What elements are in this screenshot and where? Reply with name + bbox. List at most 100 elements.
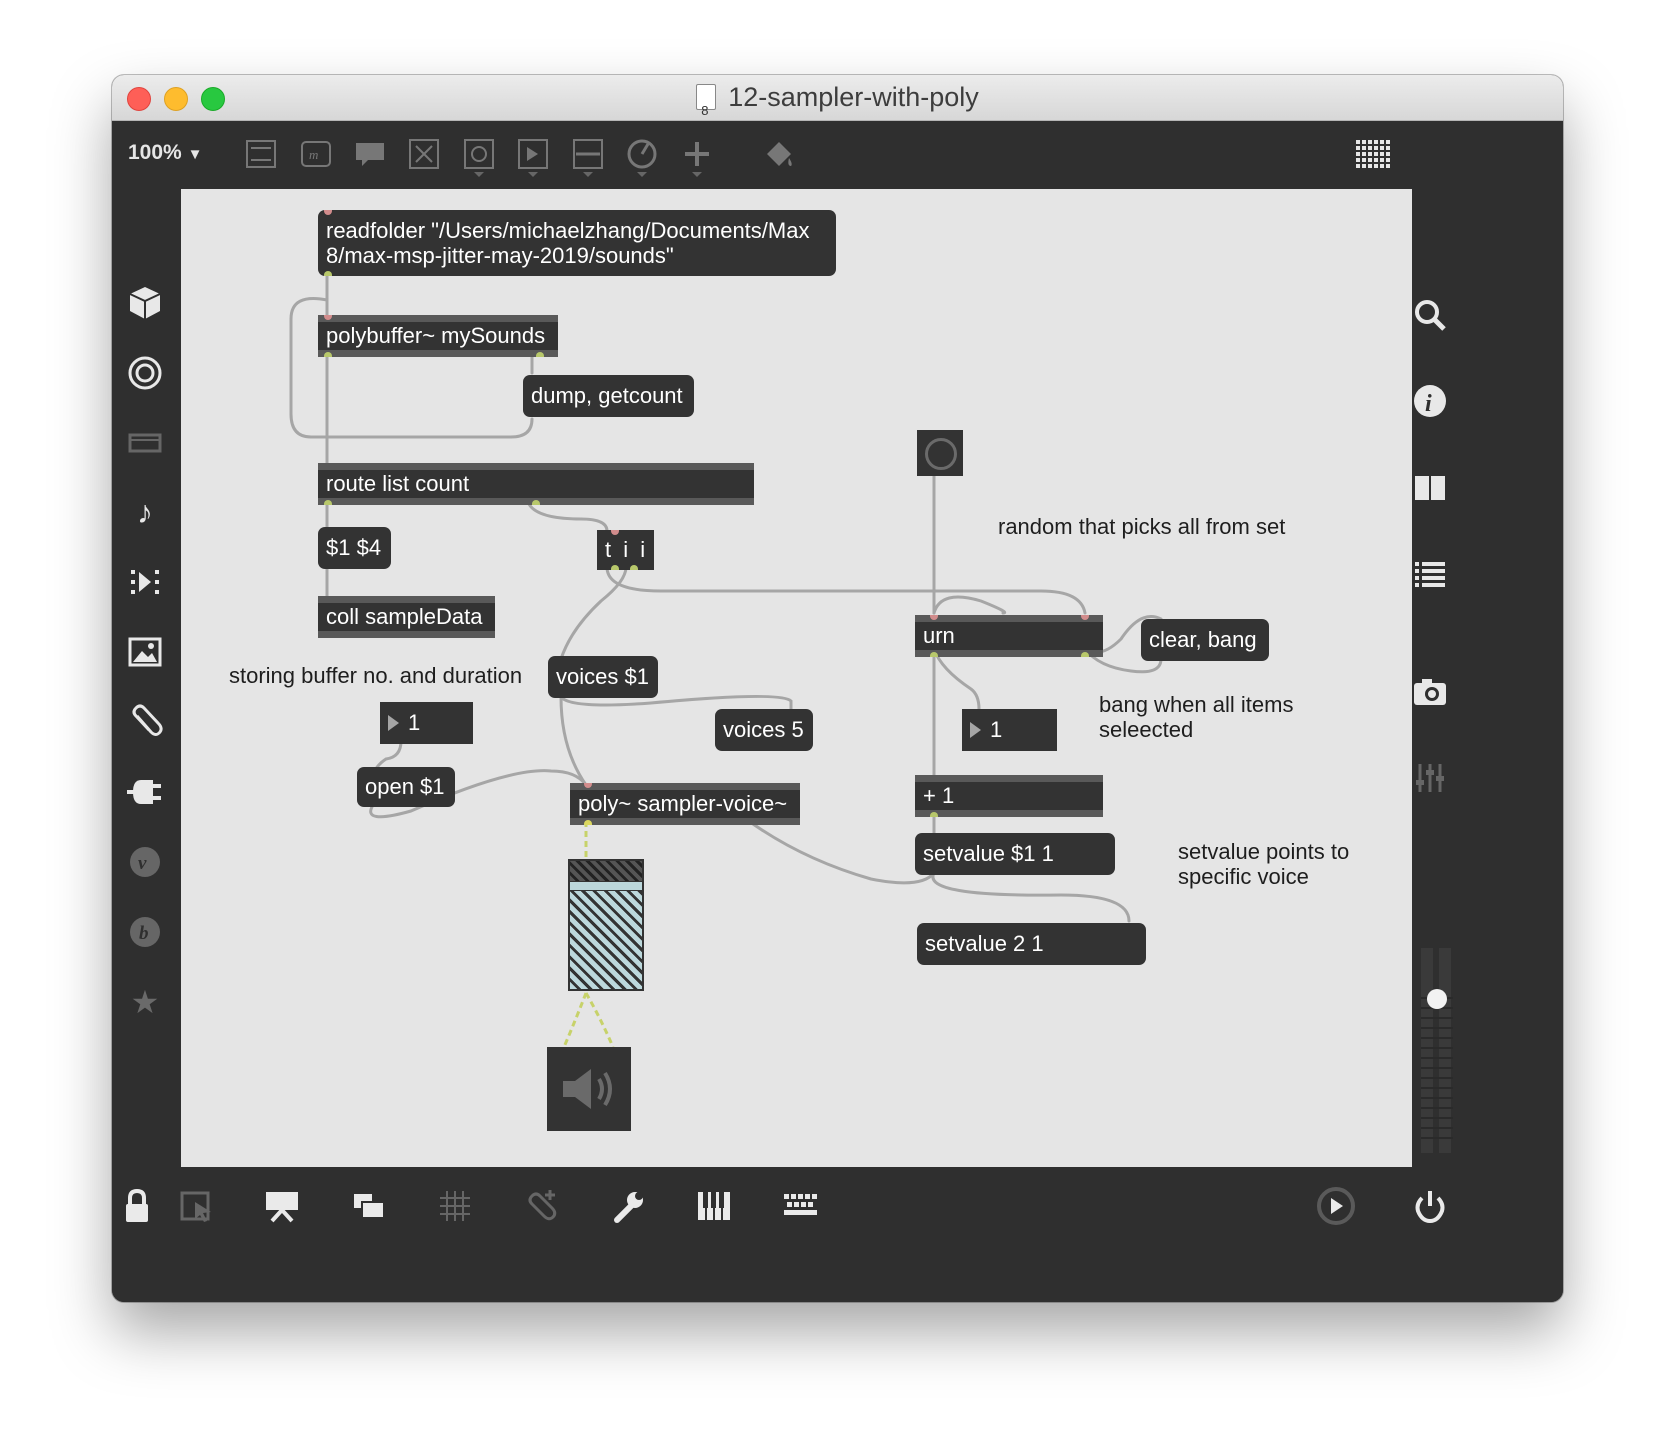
- comment-icon[interactable]: [354, 138, 386, 170]
- open-message[interactable]: open $1: [357, 767, 455, 807]
- svg-text:m: m: [309, 147, 318, 162]
- grid-icon[interactable]: [435, 1186, 475, 1226]
- plus-one-object[interactable]: + 1: [915, 775, 1103, 817]
- paint-bucket-icon[interactable]: [763, 138, 795, 170]
- outlet[interactable]: [324, 500, 332, 505]
- play-icon[interactable]: [1312, 1186, 1360, 1226]
- cord-setvalue-poly: [744, 817, 936, 885]
- max-patcher-window: 12-sampler-with-poly 100% ▼ m: [112, 75, 1563, 1302]
- urn-object[interactable]: urn: [915, 615, 1103, 657]
- target-icon[interactable]: [125, 353, 165, 393]
- cord-urn-number: [932, 647, 981, 711]
- connect-icon[interactable]: [522, 1186, 562, 1226]
- number-box-open[interactable]: 1: [380, 702, 473, 744]
- chevron-down-icon: ▼: [187, 146, 203, 163]
- outlet[interactable]: [532, 500, 540, 505]
- svg-text:i: i: [1425, 391, 1432, 417]
- outlet[interactable]: [324, 352, 332, 357]
- film-icon[interactable]: [125, 423, 165, 463]
- zoom-menu[interactable]: 100% ▼: [128, 141, 202, 165]
- toggle-icon[interactable]: [408, 138, 440, 170]
- outlet[interactable]: [324, 271, 332, 276]
- bang-button[interactable]: [917, 430, 963, 476]
- sequence-icon[interactable]: [125, 562, 165, 602]
- mixer-icon[interactable]: [1410, 758, 1450, 798]
- ezdac-speaker[interactable]: [547, 1047, 631, 1131]
- b-icon[interactable]: b: [125, 912, 165, 952]
- title-bar: 12-sampler-with-poly: [112, 75, 1563, 133]
- trigger-object[interactable]: t i i: [597, 530, 654, 570]
- keyboard-icon[interactable]: [780, 1186, 820, 1226]
- search-icon[interactable]: [1410, 295, 1450, 335]
- number-arrow-icon: [388, 715, 399, 731]
- speaker-icon: [563, 1069, 612, 1109]
- gain-slider[interactable]: [568, 859, 644, 991]
- lock-icon[interactable]: [117, 1186, 157, 1226]
- svg-text:b: b: [139, 923, 149, 944]
- wrench-icon[interactable]: [609, 1186, 649, 1226]
- windows-icon[interactable]: [349, 1186, 389, 1226]
- cube-icon[interactable]: [125, 283, 165, 323]
- add-icon[interactable]: [681, 138, 713, 177]
- columns-icon[interactable]: [1410, 468, 1450, 508]
- info-icon[interactable]: i: [1410, 381, 1450, 421]
- power-icon[interactable]: [1410, 1186, 1450, 1226]
- paperclip-icon[interactable]: [125, 702, 165, 742]
- star-icon[interactable]: ★: [125, 982, 165, 1022]
- list-icon[interactable]: [1410, 555, 1450, 595]
- cord-trigger-voices: [559, 565, 628, 661]
- dial-icon[interactable]: [626, 138, 658, 177]
- output-level-meter[interactable]: [1419, 948, 1455, 1153]
- dump-getcount-message[interactable]: dump, getcount: [523, 375, 694, 417]
- outlet[interactable]: [1081, 652, 1089, 657]
- bang-circle-icon: [925, 438, 957, 470]
- voices-message[interactable]: voices $1: [548, 656, 658, 698]
- outlet[interactable]: [630, 565, 638, 570]
- slider-icon[interactable]: [572, 138, 604, 177]
- presentation-icon[interactable]: [262, 1186, 302, 1226]
- setvalue-comment: setvalue points to specific voice: [1178, 839, 1350, 889]
- camera-icon[interactable]: [1410, 673, 1450, 713]
- grid-icon[interactable]: [1354, 138, 1394, 170]
- new-object-icon[interactable]: [245, 138, 277, 170]
- music-note-icon[interactable]: ♪: [125, 492, 165, 532]
- voices5-message[interactable]: voices 5: [715, 709, 813, 751]
- bang-comment: bang when all items seleected: [1099, 692, 1294, 742]
- svg-text:v: v: [138, 853, 147, 874]
- patcher-canvas[interactable]: readfolder "/Users/michaelzhang/Document…: [181, 189, 1412, 1167]
- setvalue-message[interactable]: setvalue $1 1: [915, 833, 1115, 875]
- cord-trigger-urn: [605, 565, 1087, 615]
- image-icon[interactable]: [125, 632, 165, 672]
- presentation-select-icon[interactable]: [177, 1186, 217, 1226]
- outlet[interactable]: [584, 820, 592, 825]
- storing-comment: storing buffer no. and duration: [229, 663, 523, 688]
- number-value: 1: [408, 710, 421, 735]
- random-comment: random that picks all from set: [998, 514, 1286, 539]
- number-arrow-icon: [970, 722, 981, 738]
- patcher-toolbar: 100% ▼ m: [112, 121, 1563, 188]
- patcher-bottom-bar: [112, 1168, 1563, 1302]
- cord-urn-feedback: [932, 595, 1007, 615]
- piano-icon[interactable]: [694, 1186, 734, 1226]
- outlet[interactable]: [930, 812, 938, 817]
- setvalue21-message[interactable]: setvalue 2 1: [917, 923, 1146, 965]
- clear-bang-message[interactable]: clear, bang: [1141, 619, 1269, 661]
- cord-gain-dac-right: [584, 992, 615, 1048]
- outlet[interactable]: [536, 352, 544, 357]
- number-icon[interactable]: [517, 138, 549, 177]
- args-message[interactable]: $1 $4: [318, 527, 391, 569]
- outlet[interactable]: [930, 652, 938, 657]
- gain-handle[interactable]: [570, 881, 642, 891]
- cord-gain-dac-left: [562, 992, 588, 1048]
- outlet[interactable]: [611, 565, 619, 570]
- plug-icon[interactable]: [125, 772, 165, 812]
- polybuffer-object[interactable]: polybuffer~ mySounds: [318, 315, 558, 357]
- poly-object[interactable]: poly~ sampler-voice~: [570, 783, 800, 825]
- v-icon[interactable]: v: [125, 842, 165, 882]
- message-icon[interactable]: m: [300, 138, 332, 170]
- route-object[interactable]: route list count: [318, 463, 754, 505]
- readfolder-message[interactable]: readfolder "/Users/michaelzhang/Document…: [318, 210, 836, 276]
- number-box-urn[interactable]: 1: [962, 709, 1057, 751]
- bang-icon[interactable]: [463, 138, 495, 177]
- coll-object[interactable]: coll sampleData: [318, 596, 495, 638]
